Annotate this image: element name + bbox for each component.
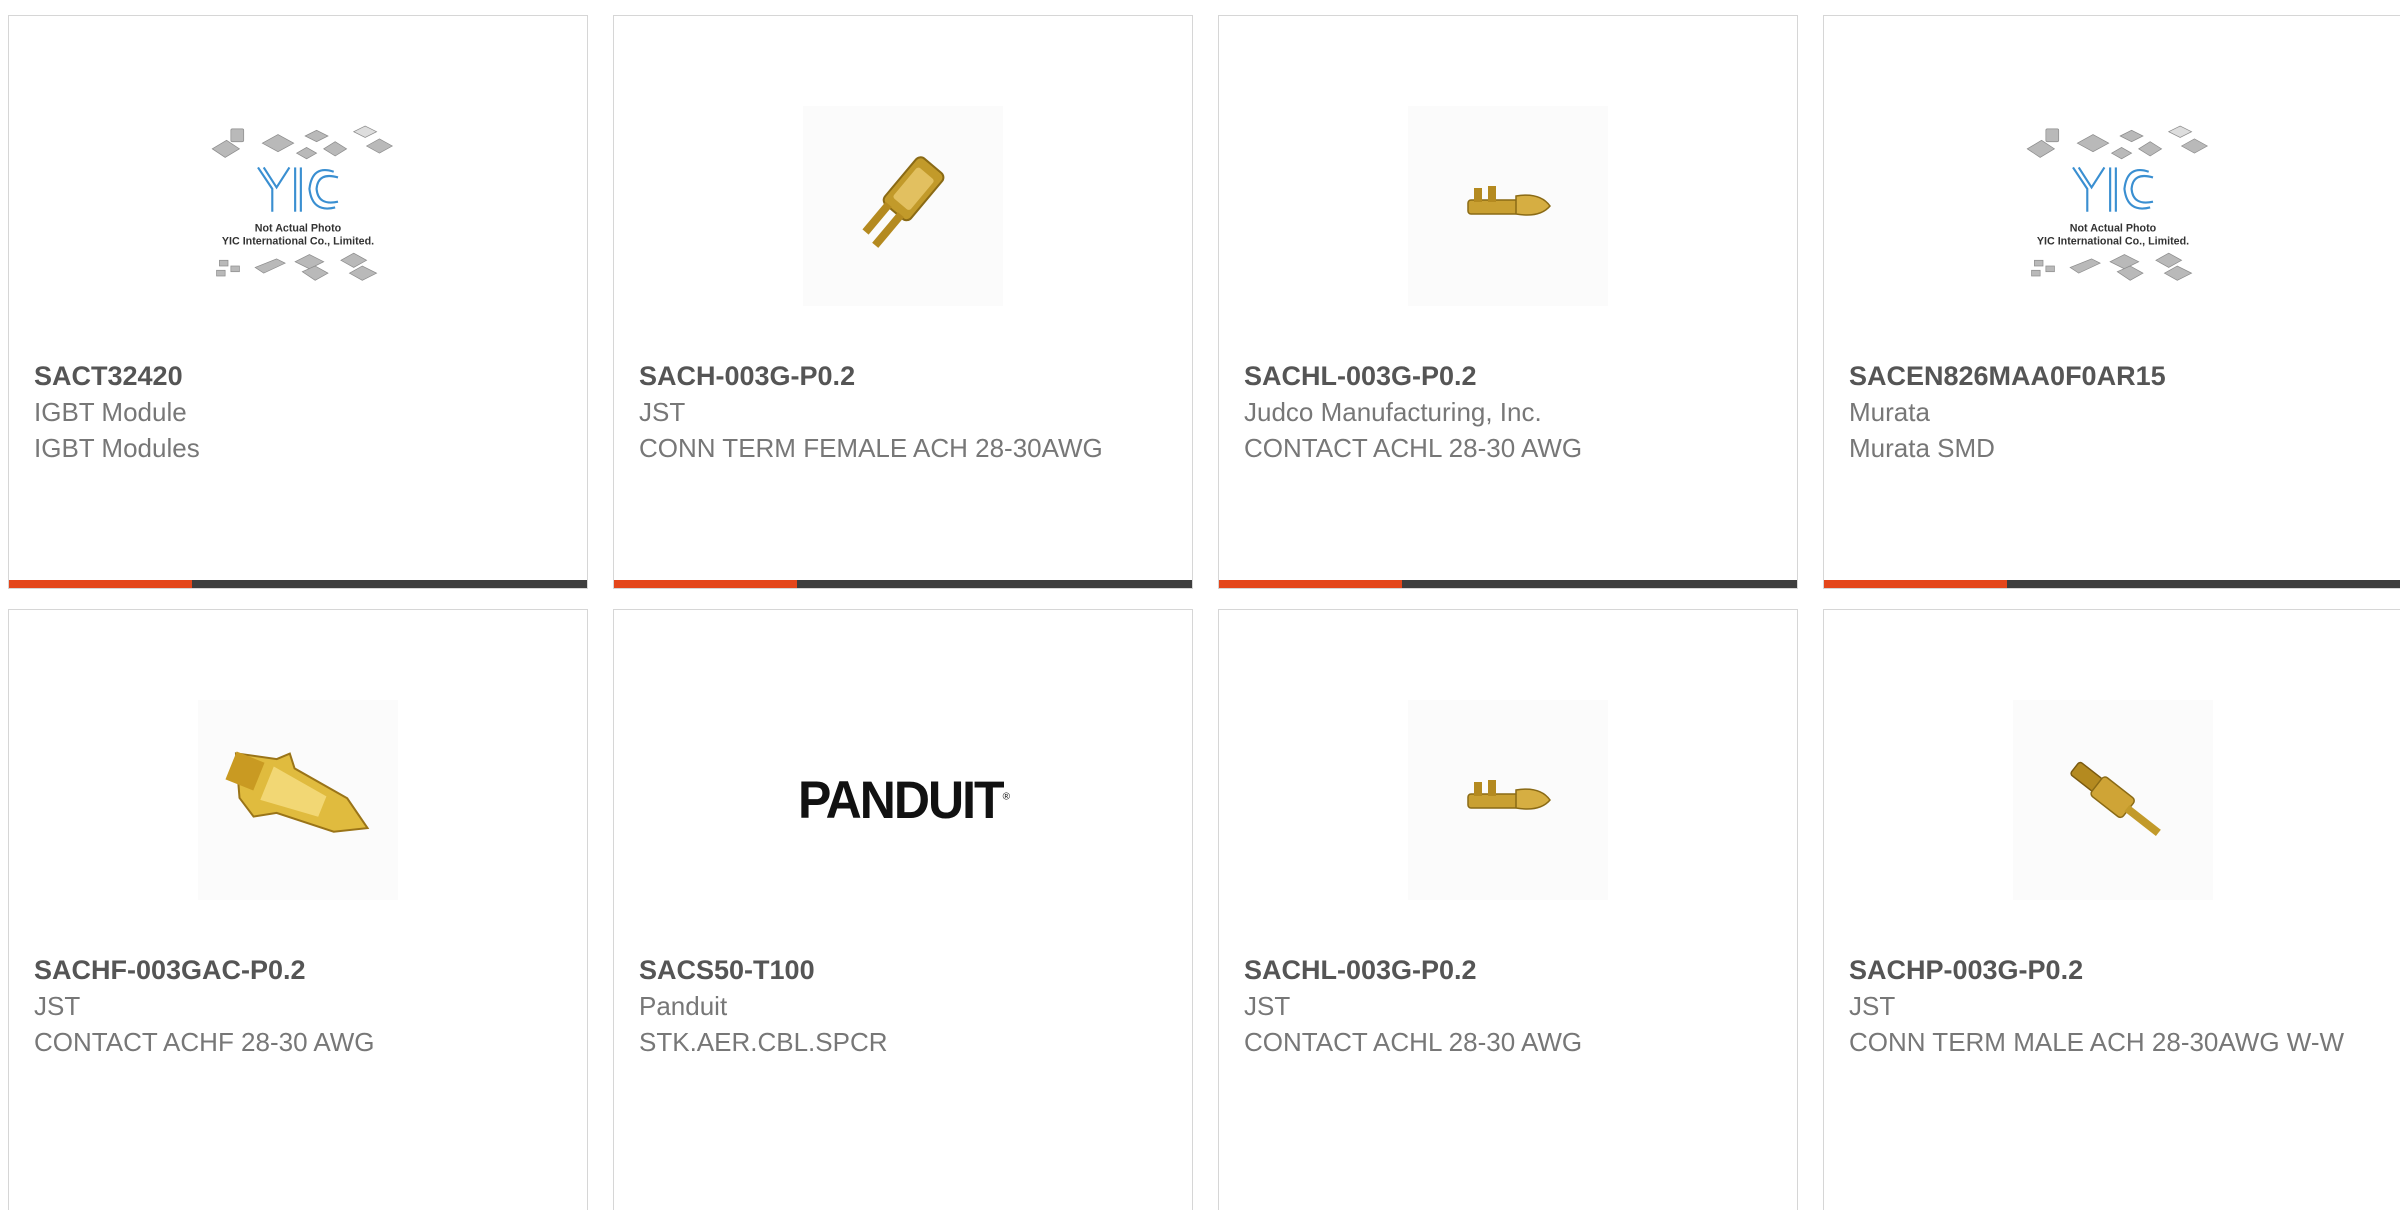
crimp-contact-icon (1467, 780, 1551, 810)
product-card[interactable]: SACHL-003G-P0.2 JST CONTACT ACHL 28-30 A… (1218, 609, 1798, 1210)
part-number-link[interactable]: SACS50-T100 (639, 952, 1167, 988)
product-image[interactable] (1219, 76, 1797, 336)
card-footer-bar (1824, 580, 2400, 588)
part-number-link[interactable]: SACHP-003G-P0.2 (1849, 952, 2377, 988)
product-card[interactable]: SACHP-003G-P0.2 JST CONN TERM MALE ACH 2… (1823, 609, 2400, 1210)
manufacturer: Panduit (639, 991, 728, 1021)
manufacturer: JST (1849, 991, 1896, 1021)
placeholder-line1: Not Actual Photo (255, 223, 342, 235)
card-footer-bar (1219, 580, 1797, 588)
product-card[interactable]: PANDUIT® SACS50-T100 Panduit STK.AER.CBL… (613, 609, 1193, 1210)
manufacturer: JST (1244, 991, 1291, 1021)
manufacturer: Judco Manufacturing, Inc. (1244, 397, 1542, 427)
description: CONTACT ACHF 28-30 AWG (34, 1027, 375, 1057)
manufacturer: Murata (1849, 397, 1930, 427)
part-number-link[interactable]: SACHL-003G-P0.2 (1244, 952, 1772, 988)
yic-placeholder-icon: Not Actual Photo YIC International Co., … (211, 125, 394, 281)
product-card[interactable]: Not Actual Photo YIC International Co., … (1823, 15, 2400, 589)
product-image[interactable] (1824, 670, 2400, 930)
manufacturer: IGBT Module (34, 397, 187, 427)
description: CONN TERM FEMALE ACH 28-30AWG (639, 433, 1103, 463)
description: CONTACT ACHL 28-30 AWG (1244, 433, 1583, 463)
product-card[interactable]: SACH-003G-P0.2 JST CONN TERM FEMALE ACH … (613, 15, 1193, 589)
product-image[interactable] (1219, 670, 1797, 930)
placeholder-line1: Not Actual Photo (2070, 223, 2157, 235)
product-image[interactable]: PANDUIT® (614, 670, 1192, 930)
crimp-terminal-icon (862, 156, 945, 248)
card-footer-bar (9, 580, 587, 588)
part-number-link[interactable]: SACHL-003G-P0.2 (1244, 358, 1772, 394)
product-card[interactable]: SACHL-003G-P0.2 Judco Manufacturing, Inc… (1218, 15, 1798, 589)
part-number-link[interactable]: SACHF-003GAC-P0.2 (34, 952, 562, 988)
product-grid: Not Actual Photo YIC International Co., … (8, 15, 2400, 1210)
description: CONN TERM MALE ACH 28-30AWG W-W (1849, 1027, 2345, 1057)
product-image[interactable]: Not Actual Photo YIC International Co., … (9, 76, 587, 336)
placeholder-line2: YIC International Co., Limited. (2037, 236, 2189, 248)
crimp-contact-icon (1467, 186, 1551, 216)
product-card[interactable]: Not Actual Photo YIC International Co., … (8, 15, 588, 589)
crimp-contact-icon (225, 751, 370, 833)
description: Murata SMD (1849, 433, 1995, 463)
part-number-link[interactable]: SACT32420 (34, 358, 562, 394)
manufacturer: JST (639, 397, 686, 427)
product-image[interactable]: Not Actual Photo YIC International Co., … (1824, 76, 2400, 336)
card-footer-bar (614, 580, 1192, 588)
product-image[interactable] (614, 76, 1192, 336)
yic-placeholder-icon: Not Actual Photo YIC International Co., … (2026, 125, 2209, 281)
product-image[interactable] (9, 670, 587, 930)
product-card[interactable]: SACHF-003GAC-P0.2 JST CONTACT ACHF 28-30… (8, 609, 588, 1210)
part-number-link[interactable]: SACEN826MAA0F0AR15 (1849, 358, 2377, 394)
description: IGBT Modules (34, 433, 200, 463)
part-number-link[interactable]: SACH-003G-P0.2 (639, 358, 1167, 394)
description: CONTACT ACHL 28-30 AWG (1244, 1027, 1583, 1057)
description: STK.AER.CBL.SPCR (639, 1027, 888, 1057)
manufacturer: JST (34, 991, 81, 1021)
crimp-terminal-icon (2070, 761, 2161, 837)
placeholder-line2: YIC International Co., Limited. (222, 236, 374, 248)
panduit-logo: PANDUIT® (798, 770, 1010, 830)
